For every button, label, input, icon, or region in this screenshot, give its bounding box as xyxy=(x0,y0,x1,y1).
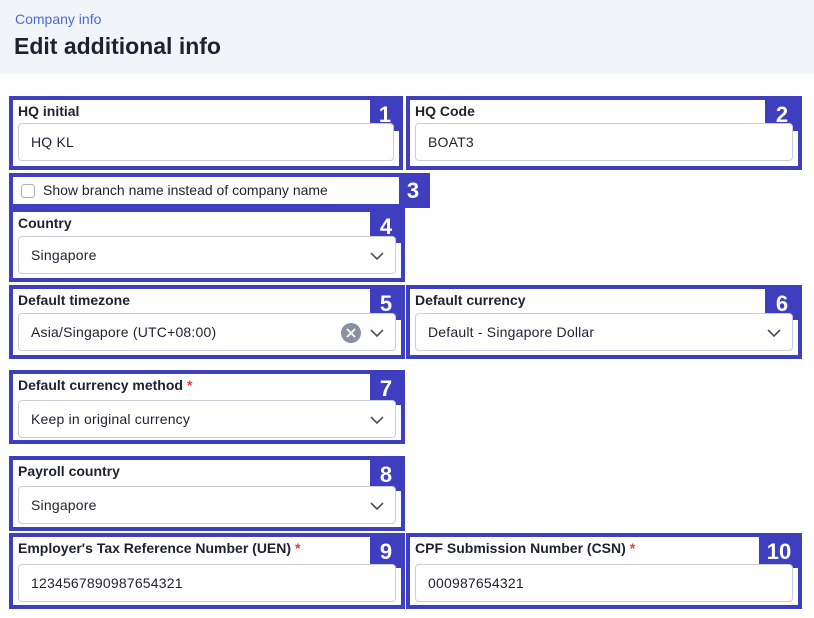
payroll-country-value: Singapore xyxy=(31,497,97,513)
country-section: Country 4 Singapore xyxy=(9,208,405,282)
hq-initial-input[interactable]: HQ KL xyxy=(18,123,394,161)
payroll-country-label: Payroll country xyxy=(18,463,120,479)
timezone-select[interactable]: Asia/Singapore (UTC+08:00) xyxy=(18,313,396,351)
hq-code-label: HQ Code xyxy=(415,103,475,119)
timezone-value: Asia/Singapore (UTC+08:00) xyxy=(31,324,217,340)
page-title: Edit additional info xyxy=(14,33,221,59)
csn-label: CPF Submission Number (CSN) * xyxy=(415,540,636,556)
uen-value: 1234567890987654321 xyxy=(31,575,183,591)
required-marker: * xyxy=(629,540,636,556)
uen-section: Employer's Tax Reference Number (UEN) * 9… xyxy=(9,533,405,609)
currency-method-select[interactable]: Keep in original currency xyxy=(18,400,396,438)
hq-initial-label: HQ initial xyxy=(18,103,80,119)
required-marker: * xyxy=(295,540,301,556)
chevron-down-icon[interactable] xyxy=(369,248,385,264)
payroll-country-section: Payroll country 8 Singapore xyxy=(9,456,405,531)
chevron-down-icon[interactable] xyxy=(369,498,385,514)
page-header: Company info Edit additional info xyxy=(0,0,814,74)
uen-label: Employer's Tax Reference Number (UEN) * xyxy=(18,540,301,556)
hq-code-input[interactable]: BOAT3 xyxy=(415,123,793,161)
required-marker: * xyxy=(186,377,193,393)
timezone-section: Default timezone 5 Asia/Singapore (UTC+0… xyxy=(9,285,405,359)
annotation-badge: 3 xyxy=(399,176,427,205)
branch-name-checkbox-row: Show branch name instead of company name… xyxy=(9,173,430,208)
country-label: Country xyxy=(18,215,72,231)
currency-method-label: Default currency method * xyxy=(18,377,193,393)
chevron-down-icon[interactable] xyxy=(766,325,782,341)
uen-input[interactable]: 1234567890987654321 xyxy=(18,564,396,602)
hq-initial-section: HQ initial 1 HQ KL xyxy=(9,96,403,170)
breadcrumb-company-info[interactable]: Company info xyxy=(15,11,101,27)
timezone-label: Default timezone xyxy=(18,292,131,308)
csn-value: 000987654321 xyxy=(428,575,524,591)
chevron-down-icon[interactable] xyxy=(369,412,385,428)
payroll-country-select[interactable]: Singapore xyxy=(18,486,396,524)
currency-method-value: Keep in original currency xyxy=(31,411,191,427)
currency-value: Default - Singapore Dollar xyxy=(428,324,595,340)
hq-code-value: BOAT3 xyxy=(428,134,474,150)
currency-section: Default currency 6 Default - Singapore D… xyxy=(406,285,802,359)
branch-name-checkbox-label[interactable]: Show branch name instead of company name xyxy=(43,182,328,198)
branch-name-checkbox[interactable] xyxy=(21,184,35,198)
currency-label: Default currency xyxy=(415,292,526,308)
hq-code-section: HQ Code 2 BOAT3 xyxy=(406,96,802,170)
country-value: Singapore xyxy=(31,247,97,263)
currency-method-section: Default currency method * 7 Keep in origi… xyxy=(9,370,405,444)
hq-initial-value: HQ KL xyxy=(31,134,75,150)
csn-input[interactable]: 000987654321 xyxy=(415,564,793,602)
clear-icon[interactable] xyxy=(341,323,361,343)
country-select[interactable]: Singapore xyxy=(18,236,396,274)
currency-select[interactable]: Default - Singapore Dollar xyxy=(415,313,793,351)
csn-section: CPF Submission Number (CSN) * 10 00098765… xyxy=(406,533,802,609)
chevron-down-icon[interactable] xyxy=(369,325,385,341)
